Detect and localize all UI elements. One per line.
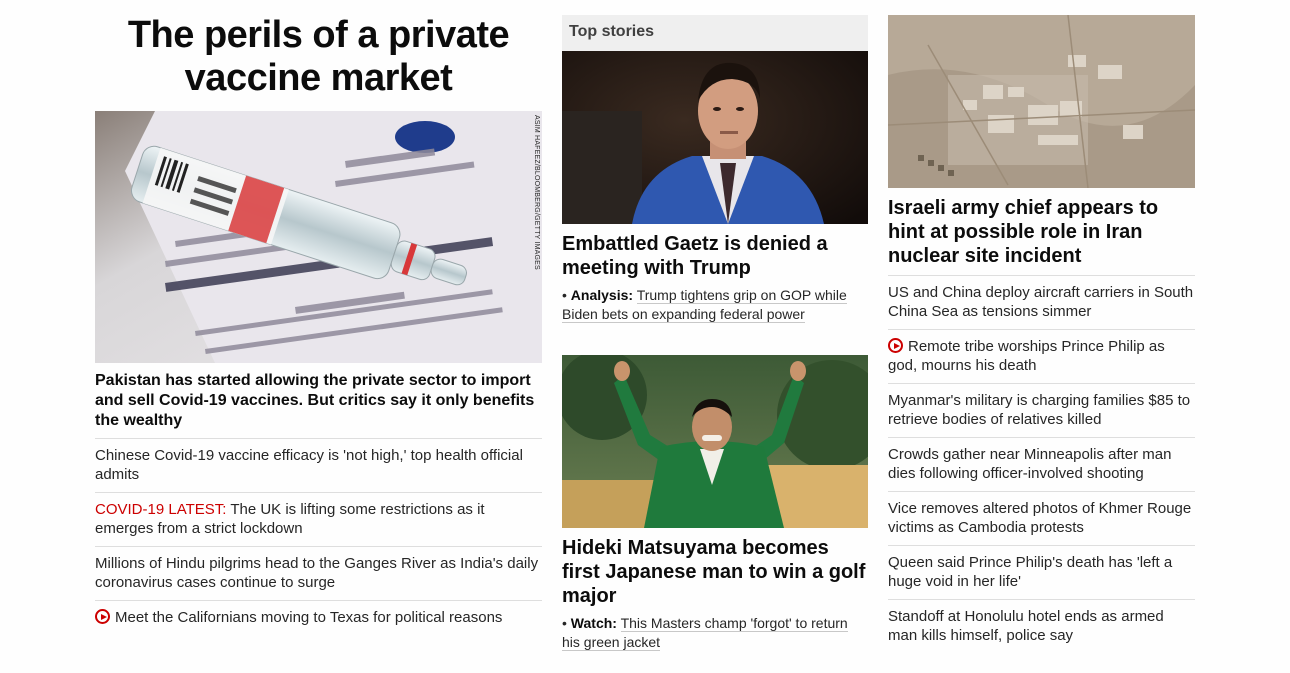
list-item-link[interactable]: Chinese Covid-19 vaccine efficacy is 'no… <box>95 447 523 483</box>
story-headline-matsuyama[interactable]: Hideki Matsuyama becomes first Japanese … <box>562 536 868 608</box>
list-item[interactable]: Vice removes altered photos of Khmer Rou… <box>888 491 1195 545</box>
vaccine-vial-photo <box>95 111 542 363</box>
list-item-link[interactable]: Meet the Californians moving to Texas fo… <box>95 609 502 626</box>
list-item-link[interactable]: Standoff at Honolulu hotel ends as armed… <box>888 608 1164 644</box>
list-item[interactable]: Crowds gather near Minneapolis after man… <box>888 437 1195 491</box>
list-item-link[interactable]: Crowds gather near Minneapolis after man… <box>888 446 1171 482</box>
list-item-link[interactable]: Remote tribe worships Prince Philip as g… <box>888 338 1165 374</box>
satellite-photo <box>888 15 1195 188</box>
col1-headline-list: Chinese Covid-19 vaccine efficacy is 'no… <box>95 438 542 635</box>
watch-label: Watch: <box>570 615 617 631</box>
list-item-link[interactable]: US and China deploy aircraft carriers in… <box>888 284 1193 320</box>
list-item-link[interactable]: Vice removes altered photos of Khmer Rou… <box>888 500 1191 536</box>
list-item[interactable]: Millions of Hindu pilgrims head to the G… <box>95 546 542 600</box>
top-stories-zone: Top stories Embattled Gaetz is denied a … <box>562 15 868 652</box>
story-headline-iran[interactable]: Israeli army chief appears to hint at po… <box>888 196 1195 268</box>
photo-credit: ASIM HAFEEZ/BLOOMBERG/GETTY IMAGES <box>533 115 540 270</box>
list-item[interactable]: Standoff at Honolulu hotel ends as armed… <box>888 599 1195 653</box>
gaetz-photo <box>562 51 868 224</box>
list-item[interactable]: Myanmar's military is charging families … <box>888 383 1195 437</box>
list-item[interactable]: Chinese Covid-19 vaccine efficacy is 'no… <box>95 438 542 492</box>
story-sublink: • Analysis: Trump tightens grip on GOP w… <box>562 287 847 323</box>
list-item-link[interactable]: Millions of Hindu pilgrims head to the G… <box>95 555 538 591</box>
list-item-link[interactable]: COVID-19 LATEST: The UK is lifting some … <box>95 501 485 537</box>
col3-headline-list: US and China deploy aircraft carriers in… <box>888 275 1195 653</box>
list-item[interactable]: COVID-19 LATEST: The UK is lifting some … <box>95 492 542 546</box>
section-label-top-stories: Top stories <box>562 15 868 51</box>
list-item[interactable]: Queen said Prince Philip's death has 'le… <box>888 545 1195 599</box>
list-item-text: Remote tribe worships Prince Philip as g… <box>888 338 1165 374</box>
story-image-iran-site[interactable] <box>888 15 1195 188</box>
play-icon <box>888 338 903 353</box>
covid-latest-label: COVID-19 LATEST: <box>95 501 227 518</box>
lead-zone: The perils of a private vaccine market A… <box>95 14 542 635</box>
play-icon <box>95 609 110 624</box>
story-headline-gaetz[interactable]: Embattled Gaetz is denied a meeting with… <box>562 232 868 280</box>
list-item-link[interactable]: Queen said Prince Philip's death has 'le… <box>888 554 1172 590</box>
list-item[interactable]: Remote tribe worships Prince Philip as g… <box>888 329 1195 383</box>
zone-headline[interactable]: The perils of a private vaccine market <box>95 14 542 100</box>
world-zone: Israeli army chief appears to hint at po… <box>888 15 1195 653</box>
hero-headline[interactable]: Pakistan has started allowing the privat… <box>95 371 542 431</box>
matsuyama-photo <box>562 355 868 528</box>
list-item[interactable]: US and China deploy aircraft carriers in… <box>888 275 1195 329</box>
list-item[interactable]: Meet the Californians moving to Texas fo… <box>95 600 542 635</box>
analysis-label: Analysis: <box>570 287 634 303</box>
hero-image-vaccine-vial[interactable]: ASIM HAFEEZ/BLOOMBERG/GETTY IMAGES <box>95 111 542 363</box>
story-matsuyama: Hideki Matsuyama becomes first Japanese … <box>562 355 868 652</box>
list-item-text: Meet the Californians moving to Texas fo… <box>115 609 503 626</box>
story-image-gaetz[interactable] <box>562 51 868 224</box>
list-item-link[interactable]: Myanmar's military is charging families … <box>888 392 1190 428</box>
story-image-matsuyama[interactable] <box>562 355 868 528</box>
story-sublink: • Watch: This Masters champ 'forgot' to … <box>562 615 848 651</box>
